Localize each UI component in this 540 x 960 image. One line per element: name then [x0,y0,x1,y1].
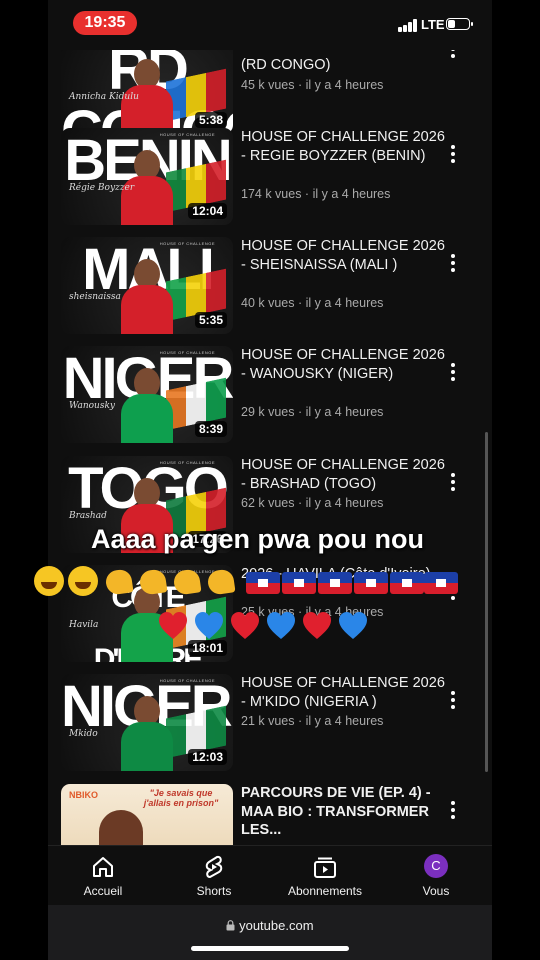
video-title[interactable]: (RD CONGO) [241,56,446,75]
video-row[interactable]: HOUSE OF CHALLENGENIGERIAMkido12:03HOUSE… [48,674,492,774]
haiti-flag-icon [282,572,316,594]
signature: Wanousky [69,401,116,411]
nav-subscriptions[interactable]: Abonnements [280,854,370,898]
video-title[interactable]: HOUSE OF CHALLENGE 2026 - SHEISNAISSA (M… [241,237,446,274]
battery-level [448,20,455,28]
signature: sheisnaissa [69,292,121,302]
status-bar: 19:35 LTE [48,0,492,50]
video-row[interactable]: HOUSE OF CHALLENGENIGERWanousky8:39HOUSE… [48,346,492,446]
thumb-quote: "Je savais que j'allais en prison" [143,788,219,808]
flexed-arm-emoji-icon [138,568,168,596]
nav-home-label: Accueil [83,884,123,898]
laughing-emoji-icon [34,566,64,596]
haiti-flag-icon [246,572,280,594]
video-thumbnail[interactable]: HOUSE OF CHALLENGERD CONGOAnnicha Kidulu… [61,37,233,134]
video-title[interactable]: HOUSE OF CHALLENGE 2026 - M'KIDO (NIGERI… [241,674,446,711]
video-row[interactable]: HOUSE OF CHALLENGEBENINRégie Boyzzer12:0… [48,128,492,228]
video-duration: 12:04 [188,203,227,219]
video-thumbnail[interactable]: HOUSE OF CHALLENGEMALIsheisnaissa5:35 [61,237,233,334]
video-duration: 12:03 [188,749,227,765]
more-options-icon[interactable] [445,251,461,275]
shorts-icon [169,854,259,880]
haiti-flag-icon [424,572,458,594]
home-icon [58,854,148,880]
signal-icon [398,19,418,32]
video-title[interactable]: HOUSE OF CHALLENGE 2026 - WANOUSKY (NIGE… [241,346,446,383]
video-row[interactable]: HOUSE OF CHALLENGERD CONGOAnnicha Kidulu… [48,37,492,137]
url-label: youtube.com [239,918,314,933]
laughing-emoji-icon [68,566,98,596]
video-duration: 8:39 [194,421,227,437]
more-options-icon[interactable] [445,142,461,166]
flexed-arm-emoji-icon [104,568,134,596]
avatar: C [391,854,481,880]
url-text[interactable]: youtube.com [48,918,492,933]
haiti-flag-icon [354,572,388,594]
overlay-emoji-row [34,566,474,596]
video-feed[interactable]: HOUSE OF CHALLENGERD CONGOAnnicha Kidulu… [48,0,492,881]
video-title[interactable]: HOUSE OF CHALLENGE 2026 - REGIE BOYZZER … [241,128,446,165]
status-time: 19:35 [73,11,137,35]
nav-subscriptions-label: Abonnements [287,884,363,898]
avatar-letter: C [424,854,448,878]
overlay-caption: Aaaa pa gen pwa pou nou [0,524,540,555]
heart-icon [303,612,331,639]
lock-icon [226,918,239,933]
more-options-icon[interactable] [445,360,461,384]
video-row[interactable]: HOUSE OF CHALLENGEMALIsheisnaissa5:35HOU… [48,237,492,337]
video-thumbnail[interactable]: HOUSE OF CHALLENGENIGERIAMkido12:03 [61,674,233,771]
video-meta: 29 k vues · il y a 4 heures [241,404,384,419]
overlay-heart-row [157,610,377,642]
heart-icon [231,612,259,639]
more-options-icon[interactable] [445,470,461,494]
video-meta: 62 k vues · il y a 4 heures [241,496,384,510]
video-thumbnail[interactable]: HOUSE OF CHALLENGEBENINRégie Boyzzer12:0… [61,128,233,225]
phone-screen: HOUSE OF CHALLENGERD CONGOAnnicha Kidulu… [48,0,492,960]
battery-icon [446,18,473,30]
heart-icon [195,612,223,639]
signature: Mkido [69,729,98,739]
browser-url-bar[interactable]: youtube.com [48,905,492,960]
nav-shorts-label: Shorts [196,884,232,898]
bottom-nav: Accueil Shorts Abonnements C Vous [48,845,492,906]
person-figure [119,692,175,771]
video-meta: 174 k vues · il y a 4 heures [241,186,391,201]
flexed-arm-emoji-icon [172,568,202,596]
video-meta: 21 k vues · il y a 4 heures [241,714,384,728]
person-figure [119,255,175,334]
home-indicator[interactable] [191,946,349,951]
haiti-flag-icon [318,572,352,594]
scrollbar[interactable] [485,432,488,772]
subscriptions-icon [280,854,370,880]
haiti-flag-icon [390,572,424,594]
video-meta: 40 k vues · il y a 4 heures [241,295,384,310]
signature: Havila [69,620,99,630]
nav-home[interactable]: Accueil [58,854,148,898]
signature: Brashad [69,511,107,521]
signature: Régie Boyzzer [69,183,135,193]
heart-icon [339,612,367,639]
thumb-badge: NBIKO [69,790,98,800]
overlay-caption-text: Aaaa pa gen pwa pou nou [90,524,425,554]
nav-shorts[interactable]: Shorts [169,854,259,898]
video-title[interactable]: HOUSE OF CHALLENGE 2026 - BRASHAD (TOGO) [241,456,446,493]
video-duration: 5:38 [194,112,227,128]
heart-icon [267,612,295,639]
more-options-icon[interactable] [445,798,461,822]
video-duration: 5:35 [194,312,227,328]
network-label: LTE [421,17,445,32]
video-duration: 18:01 [188,640,227,656]
more-options-icon[interactable] [445,688,461,712]
person-figure [119,364,175,443]
nav-you[interactable]: C Vous [391,854,481,898]
video-title[interactable]: PARCOURS DE VIE (EP. 4) - MAA BIO : TRAN… [241,784,446,840]
video-thumbnail[interactable]: HOUSE OF CHALLENGENIGERWanousky8:39 [61,346,233,443]
video-meta: 45 k vues · il y a 4 heures [241,77,384,92]
nav-you-label: Vous [422,884,450,898]
flexed-arm-emoji-icon [206,568,236,596]
heart-icon [159,612,187,639]
signature: Annicha Kidulu [69,92,139,102]
